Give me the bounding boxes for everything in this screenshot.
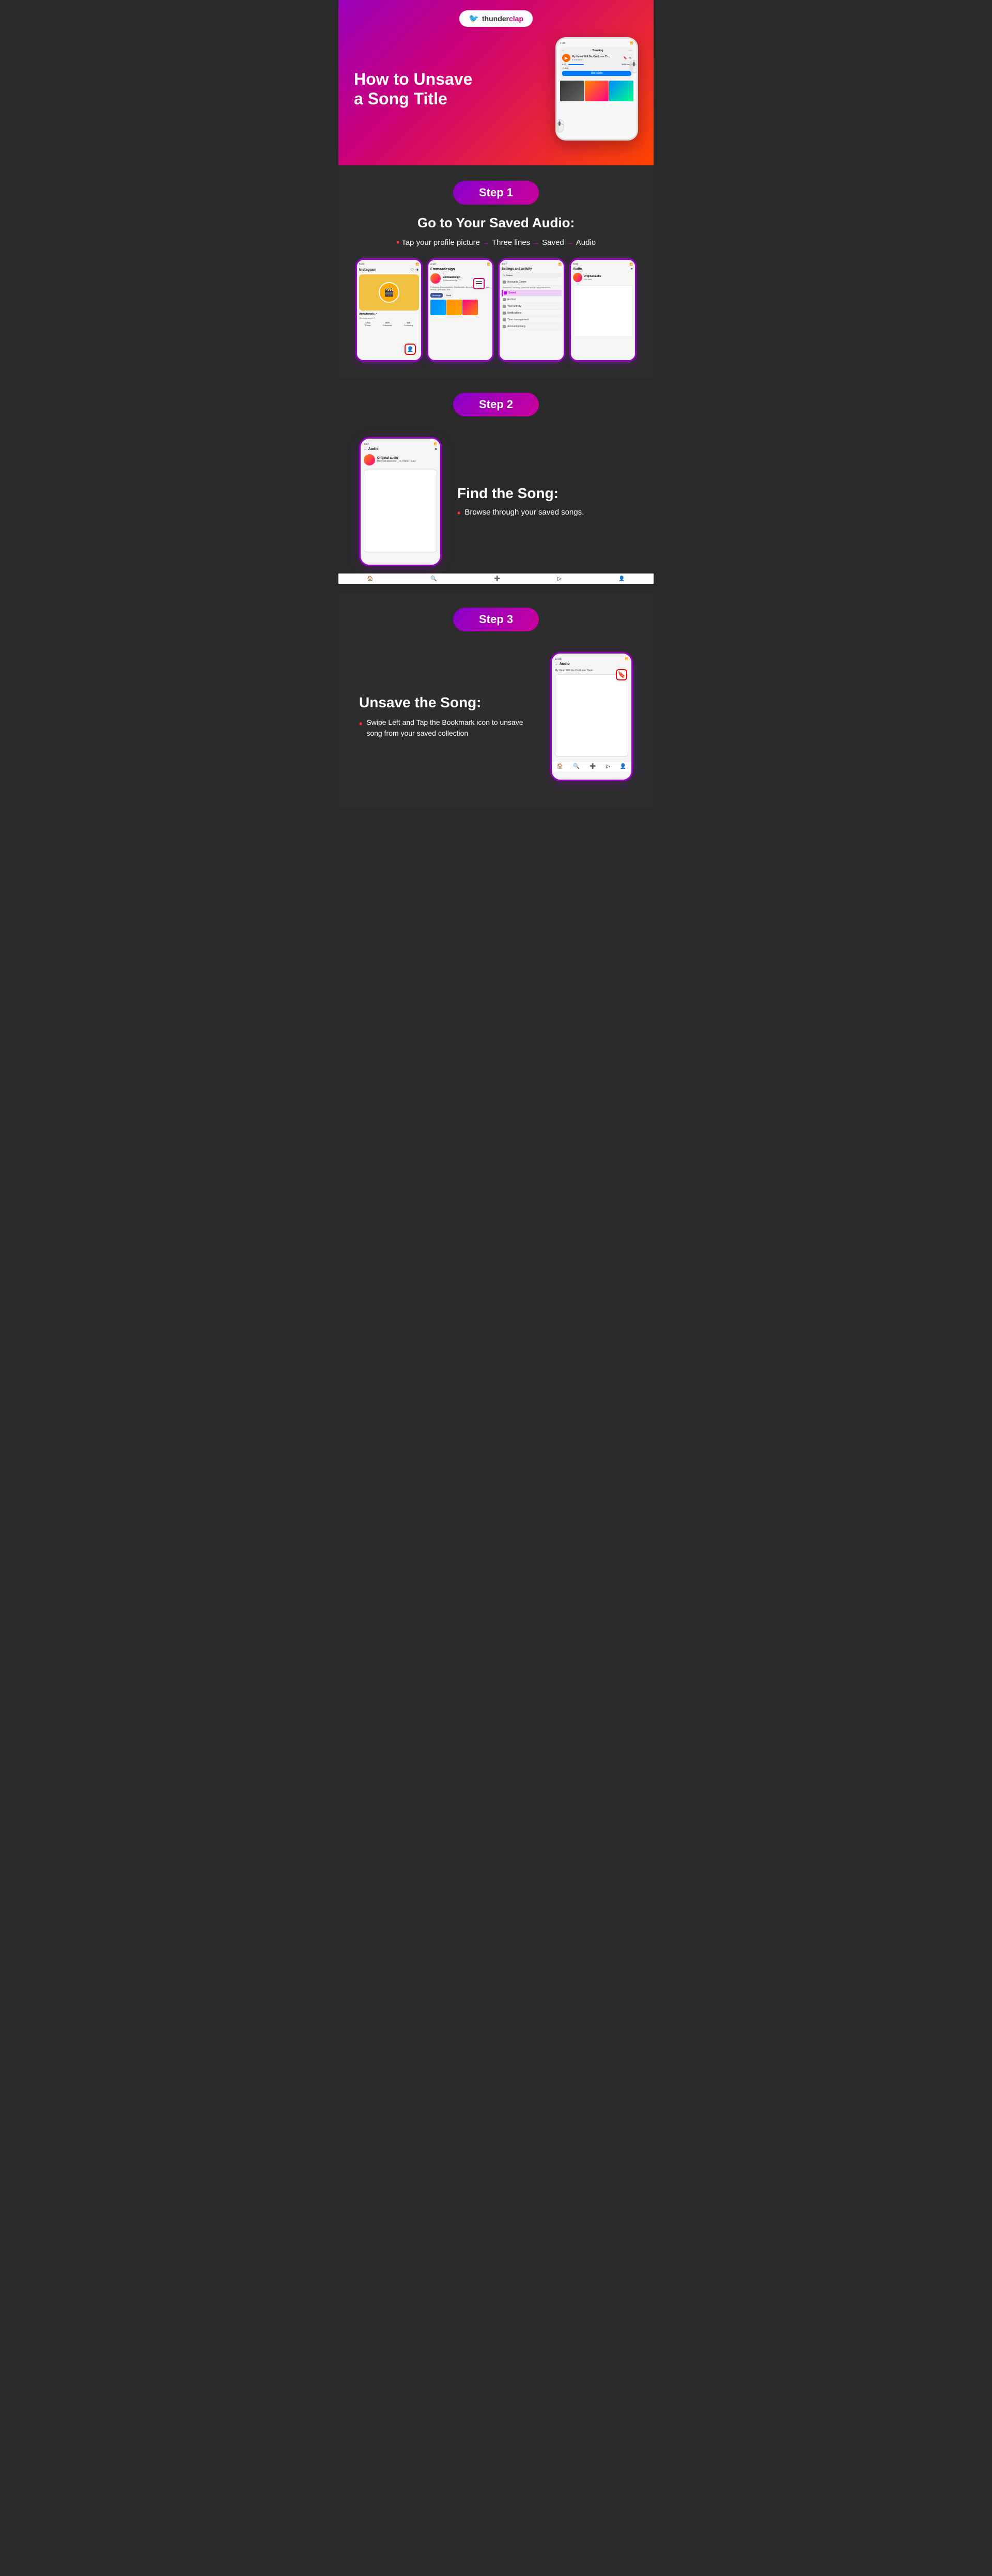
step3-layout: Unsave the Song: • Swipe Left and Tap th… bbox=[349, 642, 643, 792]
step3-heading: Unsave the Song: bbox=[359, 694, 535, 711]
header-phone-mockup: 1:38 📶 ← ↑ Trending ··· ▶ My Heart Will bbox=[496, 37, 638, 141]
step1-prefix: Tap your profile picture bbox=[401, 238, 480, 247]
hero-phone: 1:38 📶 ← ↑ Trending ··· ▶ My Heart Will bbox=[555, 37, 638, 141]
phone3-settings: 3:37📶 Settings and activity 🔍 Search Acc… bbox=[498, 258, 565, 362]
step3-bullet: • Swipe Left and Tap the Bookmark icon t… bbox=[359, 717, 535, 739]
step2-heading: Find the Song: bbox=[457, 485, 633, 502]
step2-text: Find the Song: • Browse through your sav… bbox=[457, 485, 633, 519]
cursor-arrow-top: 🖱️ bbox=[626, 59, 638, 74]
step3-dot: • bbox=[359, 717, 362, 731]
bullet-dot-1: • bbox=[396, 237, 399, 248]
saved-menu-item: Saved bbox=[502, 290, 562, 297]
logo-bold: clap bbox=[509, 14, 523, 23]
step3-section: Step 3 Unsave the Song: • Swipe Left and… bbox=[338, 592, 654, 807]
step3-text: Unsave the Song: • Swipe Left and Tap th… bbox=[359, 694, 535, 739]
logo-container: 🐦 thunderclap bbox=[354, 10, 638, 27]
bookmark-highlight-icon: 🔖 bbox=[616, 669, 627, 680]
step1-instruction: • Tap your profile picture → Three lines… bbox=[349, 237, 643, 248]
phone1-instagram: 5:29📶 Instagram ♡ ✈ 🎬 Annaltravels ✓ @An… bbox=[355, 258, 423, 362]
logo-pill: 🐦 thunderclap bbox=[459, 10, 533, 27]
phone5-audio: 3:37📶 ← Audio ✕ Original audio Hannah da… bbox=[359, 437, 442, 566]
step1-item3: Audio bbox=[576, 238, 596, 247]
header-content: How to Unsave a Song Title 1:38 📶 ← ↑ Tr… bbox=[354, 37, 638, 141]
cursor-arrow-bottom: 🖱️ bbox=[555, 119, 567, 134]
step2-bullet: • Browse through your saved songs. bbox=[457, 508, 633, 519]
phone2-menu: 4:10📶 Emmaadesigo Emmaadesigo @Emmaadesi… bbox=[427, 258, 494, 362]
step1-item2: Saved bbox=[542, 238, 564, 247]
step3-badge: Step 3 bbox=[453, 608, 539, 631]
step2-bullet-text: Browse through your saved songs. bbox=[464, 508, 584, 517]
phone1-profile-highlight: 👤 bbox=[405, 344, 416, 355]
step2-layout: 3:37📶 ← Audio ✕ Original audio Hannah da… bbox=[349, 427, 643, 577]
step1-badge: Step 1 bbox=[453, 181, 539, 205]
phone2-hamburger bbox=[473, 278, 485, 289]
step2-badge: Step 2 bbox=[453, 393, 539, 416]
step1-arrow1: → bbox=[482, 238, 490, 247]
step2-section: Step 2 3:37📶 ← Audio ✕ Original audio Ha… bbox=[338, 377, 654, 592]
step2-dot: • bbox=[457, 508, 460, 519]
header-title: How to Unsave a Song Title bbox=[354, 69, 496, 109]
step1-phones-row: 5:29📶 Instagram ♡ ✈ 🎬 Annaltravels ✓ @An… bbox=[349, 258, 643, 362]
header-section: 🐦 thunderclap How to Unsave a Song Title… bbox=[338, 0, 654, 165]
logo-text: thunderclap bbox=[482, 14, 523, 23]
step1-item1: Three lines bbox=[492, 238, 530, 247]
step1-section: Step 1 Go to Your Saved Audio: • Tap you… bbox=[338, 165, 654, 377]
logo-bird-icon: 🐦 bbox=[469, 13, 479, 24]
step3-bullet-text: Swipe Left and Tap the Bookmark icon to … bbox=[366, 717, 535, 739]
phone4-audio: 3:37📶 Audio ✕ Original audio 754 fans bbox=[569, 258, 637, 362]
step1-arrow2: → bbox=[532, 238, 540, 247]
step1-arrow3: → bbox=[566, 238, 574, 247]
phone6-unsave: 12:59📶 ← Audio My Heart Will Go On (Love… bbox=[550, 652, 633, 781]
step1-heading: Go to Your Saved Audio: bbox=[349, 215, 643, 231]
